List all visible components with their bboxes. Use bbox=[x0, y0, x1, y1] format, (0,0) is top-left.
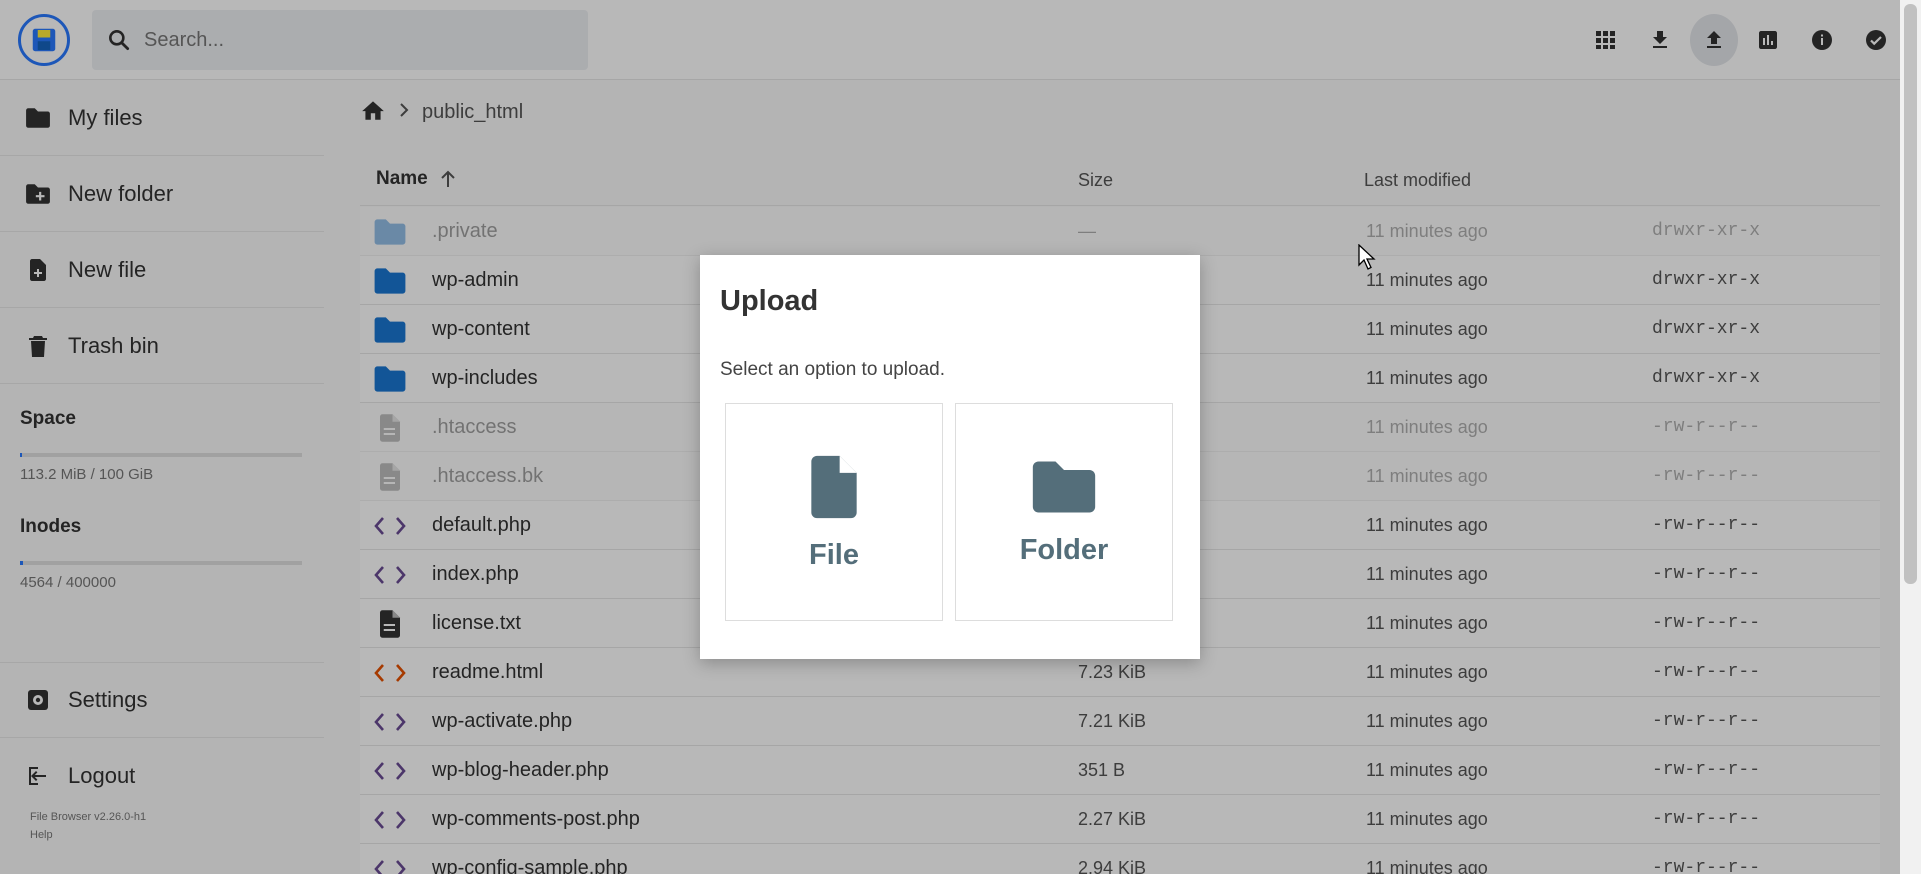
page-scrollbar[interactable] bbox=[1900, 0, 1921, 874]
dialog-title: Upload bbox=[720, 285, 819, 317]
file-icon bbox=[811, 455, 857, 518]
upload-dialog: Upload Select an option to upload. File … bbox=[700, 255, 1200, 659]
mouse-cursor-icon bbox=[1358, 244, 1376, 270]
scrollbar-thumb[interactable] bbox=[1904, 4, 1917, 584]
upload-file-label: File bbox=[809, 538, 859, 571]
upload-file-button[interactable]: File bbox=[725, 403, 943, 621]
upload-folder-button[interactable]: Folder bbox=[955, 403, 1173, 621]
upload-folder-label: Folder bbox=[1019, 533, 1109, 566]
dialog-text: Select an option to upload. bbox=[720, 359, 946, 380]
folder-icon bbox=[1032, 461, 1096, 512]
